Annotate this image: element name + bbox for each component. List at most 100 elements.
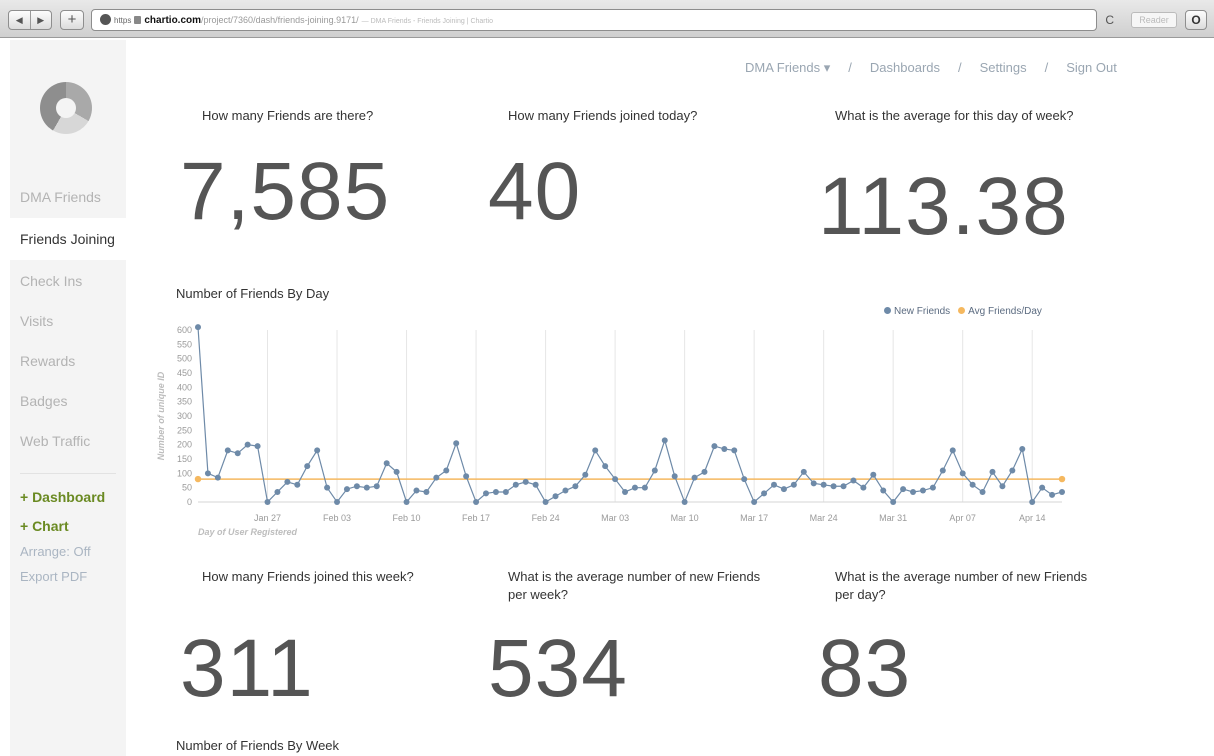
nav-dma-friends-dropdown[interactable]: DMA Friends ▾	[745, 60, 830, 76]
data-point	[443, 467, 450, 474]
arrange-toggle[interactable]: Arrange: Off	[20, 544, 91, 559]
y-tick-label: 500	[177, 354, 192, 364]
extension-icon[interactable]: O	[1185, 10, 1207, 30]
data-point	[870, 471, 877, 478]
y-tick-label: 50	[182, 483, 192, 493]
kpi-value-joined-today: 40	[488, 146, 582, 237]
x-tick-label: Feb 10	[393, 513, 421, 523]
lock-icon	[134, 16, 142, 24]
x-tick-label: Mar 31	[879, 513, 907, 523]
logo-icon[interactable]	[40, 82, 92, 134]
https-label: https	[114, 16, 132, 25]
address-bar[interactable]: https chartio.com/project/7360/dash/frien…	[91, 9, 1097, 31]
kpi-value-total-friends: 7,585	[180, 146, 391, 237]
legend-item-avg-friends[interactable]: Avg Friends/Day	[958, 306, 1042, 317]
data-point	[641, 484, 648, 491]
data-point	[939, 467, 946, 474]
data-point	[453, 440, 460, 447]
data-point	[314, 447, 321, 454]
avg-point	[194, 475, 202, 483]
x-tick-label: Mar 10	[671, 513, 699, 523]
legend-item-new-friends[interactable]: New Friends	[884, 306, 950, 317]
series-line-new-friends	[197, 327, 1063, 504]
data-point	[850, 477, 857, 484]
data-point	[701, 468, 708, 475]
data-point	[502, 488, 509, 495]
x-tick-label: Jan 27	[254, 513, 281, 523]
data-point	[731, 447, 738, 454]
new-tab-button[interactable]: +	[60, 10, 84, 30]
kpi-value-avg-per-day: 83	[818, 623, 912, 714]
sidebar-item-badges[interactable]: Badges	[20, 393, 67, 409]
data-point	[214, 474, 221, 481]
data-point	[423, 488, 430, 495]
data-point	[522, 478, 529, 485]
y-tick-label: 200	[177, 440, 192, 450]
legend-dot-new-friends	[884, 307, 891, 314]
url-host: chartio.com	[144, 15, 202, 26]
x-tick-label: Feb 17	[462, 513, 490, 523]
data-point	[582, 471, 589, 478]
nav-dashboards[interactable]: Dashboards	[870, 60, 940, 75]
data-point	[532, 481, 539, 488]
data-point	[324, 484, 331, 491]
kpi-value-joined-this-week: 311	[180, 623, 314, 714]
sidebar-item-dma-friends[interactable]: DMA Friends	[20, 189, 101, 205]
data-point	[830, 483, 837, 490]
y-tick-label: 600	[177, 325, 192, 335]
data-point	[631, 484, 638, 491]
data-point	[681, 499, 688, 505]
reader-button[interactable]: Reader	[1131, 12, 1177, 28]
sidebar-item-web-traffic[interactable]: Web Traffic	[20, 433, 90, 449]
nav-settings[interactable]: Settings	[980, 60, 1027, 75]
friends-by-day-line-chart: Jan 27 Feb 03 Feb 10 Feb 17 Feb 24 Mar 03 Mar …	[156, 324, 1066, 537]
data-point	[721, 445, 728, 452]
data-point	[343, 486, 350, 493]
x-tick-label: Feb 24	[532, 513, 560, 523]
data-point	[671, 473, 678, 480]
data-point	[353, 483, 360, 490]
nav-separator: /	[1044, 60, 1049, 75]
back-icon[interactable]: ◀	[9, 11, 31, 29]
data-point	[661, 437, 668, 444]
nav-sign-out[interactable]: Sign Out	[1066, 60, 1117, 75]
export-pdf-button[interactable]: Export PDF	[20, 569, 87, 584]
sidebar-item-rewards[interactable]: Rewards	[20, 353, 75, 369]
add-chart-button[interactable]: + Chart	[20, 518, 69, 534]
data-point	[304, 463, 311, 470]
data-point	[890, 499, 897, 505]
top-navigation: DMA Friends ▾ / Dashboards / Settings / Sign O…	[745, 60, 1117, 76]
y-tick-label: 350	[177, 397, 192, 407]
x-tick-label: Apr 14	[1019, 513, 1046, 523]
y-tick-label: 400	[177, 382, 192, 392]
site-icon	[100, 14, 111, 25]
y-tick-label: 100	[177, 468, 192, 478]
data-point	[999, 483, 1006, 490]
sidebar-item-check-ins[interactable]: Check Ins	[20, 273, 82, 289]
data-point	[363, 484, 370, 491]
x-tick-label: Mar 03	[601, 513, 629, 523]
data-point	[562, 487, 569, 494]
sidebar: DMA Friends Friends Joining Check Ins Vi…	[10, 40, 126, 756]
reload-icon[interactable]: C	[1105, 13, 1114, 27]
data-point	[512, 481, 519, 488]
data-point	[433, 474, 440, 481]
data-point	[910, 488, 917, 495]
data-point	[711, 443, 718, 450]
sidebar-item-friends-joining[interactable]: Friends Joining	[10, 218, 126, 260]
forward-icon[interactable]: ▶	[31, 11, 52, 29]
data-point	[195, 324, 201, 331]
browser-toolbar: ◀ ▶ + https chartio.com/project/7360/dash…	[0, 0, 1214, 38]
data-point	[592, 447, 599, 454]
data-point	[542, 499, 549, 505]
add-dashboard-button[interactable]: + Dashboard	[20, 489, 105, 505]
y-axis-label: Number of unique ID	[156, 371, 166, 460]
url-path: /project/7360/dash/friends-joining.9171/	[201, 15, 359, 25]
data-point	[860, 484, 867, 491]
chart-title: Number of Friends By Day	[176, 286, 330, 301]
data-point	[820, 481, 827, 488]
weekly-chart-title: Number of Friends By Week	[176, 738, 340, 753]
sidebar-item-visits[interactable]: Visits	[20, 313, 53, 329]
x-axis-label: Day of User Registered	[198, 527, 298, 537]
data-point	[383, 460, 390, 467]
